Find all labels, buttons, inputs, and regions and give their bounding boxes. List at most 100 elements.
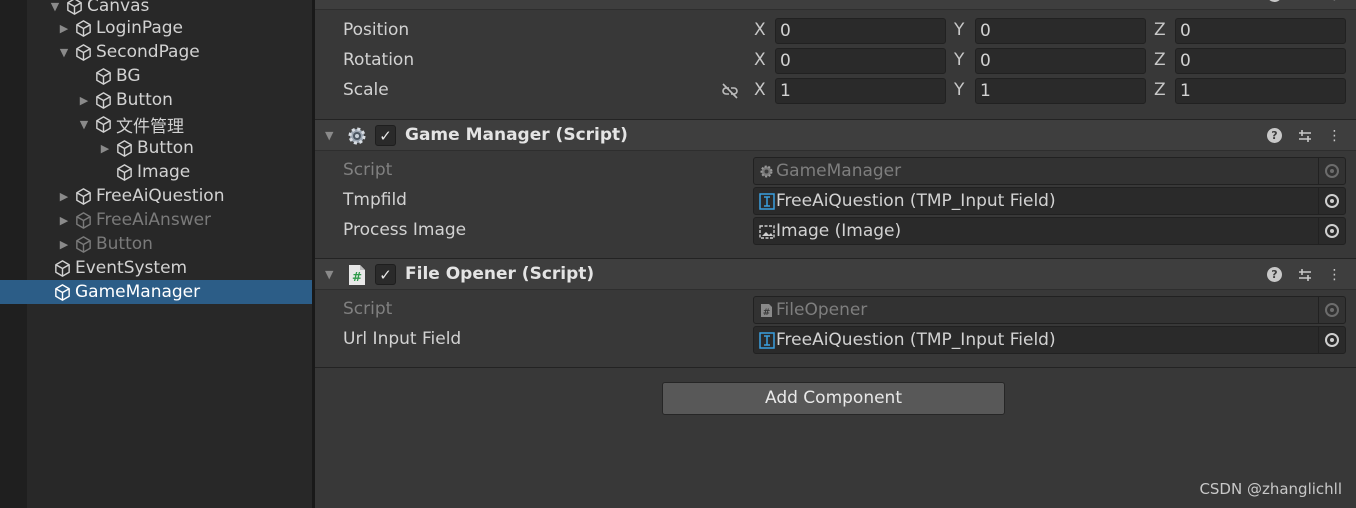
rotation-x-field[interactable]: 0	[775, 48, 946, 74]
hierarchy-item[interactable]: ▶BG	[27, 64, 312, 88]
expand-arrow-icon[interactable]: ▼	[57, 45, 71, 59]
gameobject-cube-icon	[73, 42, 93, 62]
position-x-axis[interactable]: X	[754, 20, 766, 40]
collapse-arrow-icon[interactable]: ▶	[57, 189, 71, 203]
fold-arrow-icon[interactable]: ▼	[325, 268, 333, 281]
rotation-y-axis[interactable]: Y	[954, 50, 964, 70]
file-opener-tools: ? ⋮	[1265, 265, 1344, 284]
rotation-row: Rotation X 0 Y 0 Z 0	[315, 46, 1356, 76]
preset-icon[interactable]	[1295, 265, 1314, 284]
help-icon[interactable]: ?	[1265, 265, 1284, 284]
collapse-arrow-icon[interactable]: ▶	[57, 213, 71, 227]
scale-label: Scale	[343, 80, 389, 100]
fo-script-label: Script	[343, 299, 393, 319]
gameobject-cube-icon	[93, 114, 113, 134]
add-component-button[interactable]: Add Component	[662, 382, 1005, 415]
scale-x-axis[interactable]: X	[754, 80, 766, 100]
hierarchy-tree: ▼Canvas▶LoginPage▼SecondPage▶BG▶Button▼文…	[0, 0, 312, 508]
scale-z-axis[interactable]: Z	[1154, 80, 1166, 100]
gameobject-cube-icon	[52, 258, 72, 278]
rotation-y-field[interactable]: 0	[975, 48, 1146, 74]
hierarchy-item[interactable]: ▼ SecondPage	[27, 40, 312, 64]
gameobject-cube-icon	[114, 138, 134, 158]
url-input-field[interactable]: FreeAiQuestion (TMP_Input Field)	[753, 326, 1346, 354]
game-manager-header[interactable]: ▼ ✓ Game Manager (Script) ? ⋮	[315, 119, 1356, 151]
transform-tools: ? ⇅ ⋮	[1265, 0, 1344, 4]
collapse-arrow-icon[interactable]: ▶	[77, 93, 91, 107]
rotation-z-field[interactable]: 0	[1175, 48, 1346, 74]
hierarchy-item[interactable]: ▶ Button	[27, 136, 312, 160]
more-menu-icon[interactable]: ⋮	[1325, 265, 1344, 284]
position-x-field[interactable]: 0	[775, 18, 946, 44]
scale-z-field[interactable]: 1	[1175, 78, 1346, 104]
hierarchy-item-label: Image	[137, 162, 191, 182]
hierarchy-item-label: 文件管理	[116, 116, 184, 137]
help-icon[interactable]: ?	[1265, 126, 1284, 145]
object-picker-icon	[1318, 158, 1345, 184]
gear-icon	[345, 124, 369, 148]
url-input-label: Url Input Field	[343, 329, 462, 349]
rotation-x-axis[interactable]: X	[754, 50, 766, 70]
process-image-field[interactable]: Image (Image)	[753, 217, 1346, 245]
tmpfild-value: FreeAiQuestion (TMP_Input Field)	[776, 191, 1056, 211]
gameobject-cube-icon	[64, 0, 84, 16]
position-z-field[interactable]: 0	[1175, 18, 1346, 44]
collapse-arrow-icon[interactable]: ▶	[57, 21, 71, 35]
hierarchy-item[interactable]: ▶EventSystem	[27, 256, 312, 280]
image-icon	[758, 223, 775, 240]
position-y-field[interactable]: 0	[975, 18, 1146, 44]
expand-arrow-icon[interactable]: ▼	[48, 0, 62, 13]
file-opener-header[interactable]: ▼ # ✓ File Opener (Script) ? ⋮	[315, 258, 1356, 290]
watermark: CSDN @zhanglichll	[1199, 480, 1342, 498]
transform-header[interactable]: ? ⇅ ⋮	[315, 0, 1356, 10]
file-opener-title: File Opener (Script)	[405, 264, 595, 284]
collapse-arrow-icon[interactable]: ▶	[57, 237, 71, 251]
object-picker-icon	[1318, 297, 1345, 323]
game-manager-enabled-checkbox[interactable]: ✓	[375, 125, 396, 146]
object-picker-icon[interactable]	[1318, 327, 1345, 353]
position-row: Position X 0 Y 0 Z 0	[315, 16, 1356, 46]
help-icon[interactable]: ?	[1265, 0, 1284, 4]
gameobject-cube-icon	[73, 210, 93, 230]
scale-x-field[interactable]: 1	[775, 78, 946, 104]
hierarchy-item-label: Button	[116, 90, 173, 110]
preset-icon[interactable]: ⇅	[1295, 0, 1314, 4]
gm-script-label: Script	[343, 160, 393, 180]
constrain-proportions-icon[interactable]	[720, 81, 740, 101]
hierarchy-item[interactable]: ▶GameManager	[0, 280, 312, 304]
hierarchy-item[interactable]: ▶ LoginPage	[27, 16, 312, 40]
scale-y-field[interactable]: 1	[975, 78, 1146, 104]
hierarchy-item[interactable]: ▶ Button	[27, 88, 312, 112]
position-y-axis[interactable]: Y	[954, 20, 964, 40]
hierarchy-item-label: Canvas	[87, 0, 150, 16]
rotation-z-axis[interactable]: Z	[1154, 50, 1166, 70]
object-picker-icon[interactable]	[1318, 218, 1345, 244]
hierarchy-item[interactable]: ▶Image	[27, 160, 312, 184]
hierarchy-item[interactable]: ▶ FreeAiQuestion	[27, 184, 312, 208]
scale-row: Scale X 1 Y 1 Z 1	[315, 76, 1356, 106]
tmpfild-field[interactable]: FreeAiQuestion (TMP_Input Field)	[753, 187, 1346, 215]
scale-y-axis[interactable]: Y	[954, 80, 964, 100]
fo-script-row: Script # FileOpener	[315, 295, 1356, 325]
hierarchy-item[interactable]: ▶ Button	[27, 232, 312, 256]
file-opener-enabled-checkbox[interactable]: ✓	[375, 264, 396, 285]
object-picker-icon[interactable]	[1318, 188, 1345, 214]
more-menu-icon[interactable]: ⋮	[1325, 0, 1344, 4]
gm-script-value: GameManager	[776, 161, 902, 181]
gameobject-cube-icon	[73, 18, 93, 38]
gameobject-cube-icon	[73, 234, 93, 254]
input-field-icon	[758, 193, 775, 210]
more-menu-icon[interactable]: ⋮	[1325, 126, 1344, 145]
gameobject-cube-icon	[114, 162, 134, 182]
preset-icon[interactable]	[1295, 126, 1314, 145]
expand-arrow-icon[interactable]: ▼	[77, 117, 91, 131]
position-label: Position	[343, 20, 410, 40]
hierarchy-item[interactable]: ▶ FreeAiAnswer	[27, 208, 312, 232]
position-z-axis[interactable]: Z	[1154, 20, 1166, 40]
svg-text:#: #	[763, 308, 771, 318]
hierarchy-item[interactable]: ▼ 文件管理	[27, 112, 312, 137]
collapse-arrow-icon[interactable]: ▶	[98, 141, 112, 155]
process-image-row: Process Image Image (Image)	[315, 216, 1356, 246]
tmpfild-row: Tmpfild FreeAiQuestion (TMP_Input Field)	[315, 186, 1356, 216]
fold-arrow-icon[interactable]: ▼	[325, 129, 333, 142]
